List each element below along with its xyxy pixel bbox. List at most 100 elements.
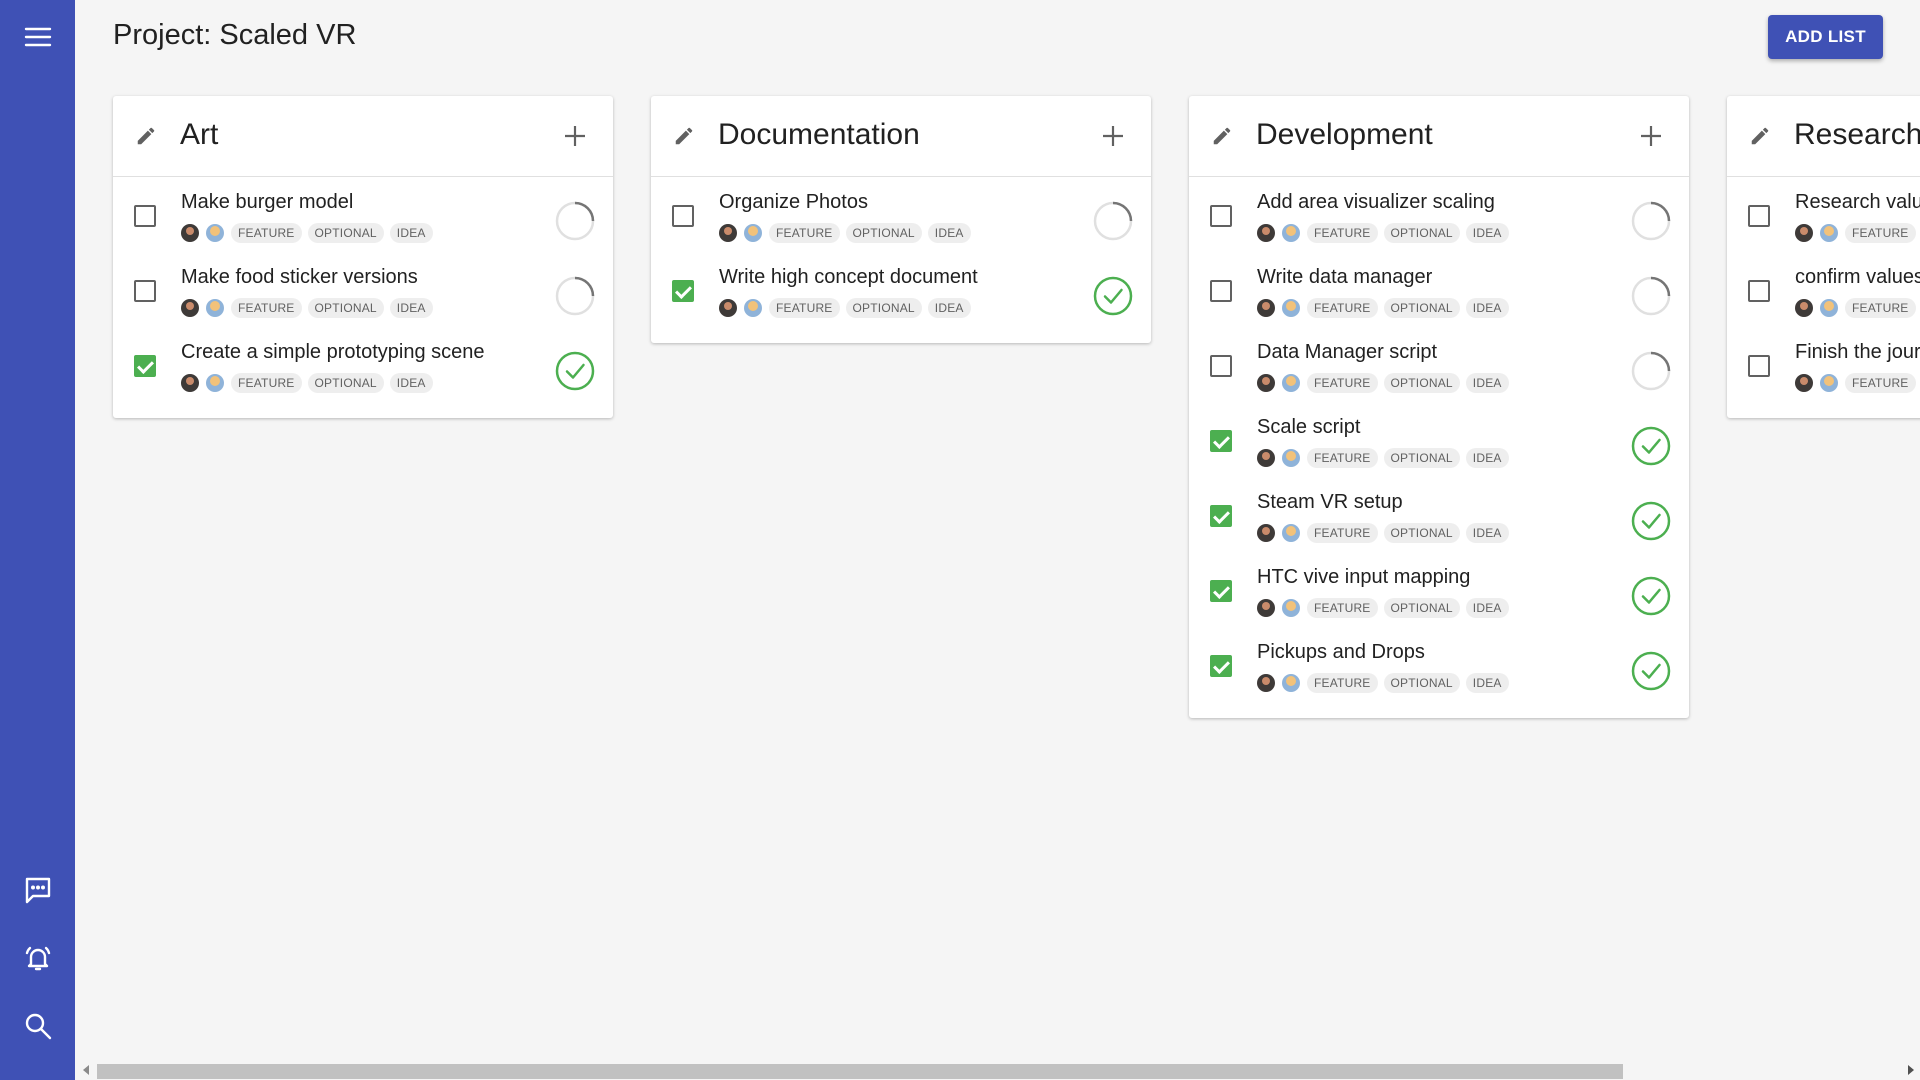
edit-list-pencil-icon[interactable] [673,125,695,147]
task-title[interactable]: Finish the jour [1795,341,1920,364]
tag-chip[interactable]: FEATURE [1307,598,1378,618]
tag-chip[interactable]: FEATURE [1307,523,1378,543]
task-title[interactable]: Research valu [1795,191,1920,214]
tag-chip[interactable]: FEATURE [231,298,302,318]
tag-chip[interactable]: FEATURE [1307,223,1378,243]
avatar[interactable] [1257,449,1275,467]
avatar[interactable] [181,224,199,242]
tag-chip[interactable]: IDEA [927,223,971,243]
task-title[interactable]: Pickups and Drops [1257,641,1425,664]
task-checkbox[interactable] [1210,580,1232,602]
tag-chip[interactable]: IDEA [389,373,433,393]
tag-chip[interactable]: FEATURE [769,223,840,243]
task-row[interactable]: Add area visualizer scaling FEATURE OPTION… [1189,183,1689,258]
task-row[interactable]: Make burger model FEATURE OPTIONAL IDEA [113,183,613,258]
task-row[interactable]: Write high concept document FEATURE OPTION… [651,258,1151,333]
completed-check-icon[interactable] [1631,651,1671,691]
tag-chip[interactable]: OPTIONAL [845,223,922,243]
add-task-plus-icon[interactable] [1637,122,1665,150]
chat-button[interactable] [0,860,75,920]
scroll-right-arrow[interactable] [1908,1065,1914,1075]
task-row[interactable]: Organize Photos FEATURE OPTIONAL IDEA [651,183,1151,258]
task-row[interactable]: Steam VR setup FEATURE OPTIONAL IDEA [1189,483,1689,558]
avatar[interactable] [1795,299,1813,317]
avatar[interactable] [1257,224,1275,242]
in-progress-spinner-icon[interactable] [1631,351,1671,391]
avatar[interactable] [719,299,737,317]
task-checkbox[interactable] [1748,205,1770,227]
task-row[interactable]: Pickups and Drops FEATURE OPTIONAL IDEA [1189,633,1689,708]
avatar[interactable] [1257,299,1275,317]
task-title[interactable]: Write data manager [1257,266,1432,289]
horizontal-scrollbar[interactable] [75,1058,1920,1080]
tag-chip[interactable]: OPTIONAL [1383,598,1460,618]
avatar[interactable] [1282,449,1300,467]
tag-chip[interactable]: FEATURE [769,298,840,318]
tag-chip[interactable]: FEATURE [231,223,302,243]
task-row[interactable]: Write data manager FEATURE OPTIONAL IDEA [1189,258,1689,333]
tag-chip[interactable]: OPTIONAL [307,298,384,318]
tag-chip[interactable]: IDEA [1465,448,1509,468]
scroll-left-arrow[interactable] [83,1065,89,1075]
add-task-plus-icon[interactable] [561,122,589,150]
avatar[interactable] [719,224,737,242]
avatar[interactable] [1282,674,1300,692]
avatar[interactable] [1820,374,1838,392]
task-title[interactable]: Write high concept document [719,266,978,289]
task-title[interactable]: Make food sticker versions [181,266,418,289]
in-progress-spinner-icon[interactable] [1093,201,1133,241]
task-title[interactable]: Organize Photos [719,191,868,214]
tag-chip[interactable]: OPTIONAL [1383,223,1460,243]
tag-chip[interactable]: IDEA [389,298,433,318]
task-checkbox[interactable] [1748,355,1770,377]
avatar[interactable] [181,299,199,317]
avatar[interactable] [1257,599,1275,617]
task-checkbox[interactable] [134,205,156,227]
task-row[interactable]: Make food sticker versions FEATURE OPTIONA… [113,258,613,333]
tag-chip[interactable]: IDEA [1465,373,1509,393]
task-row[interactable]: Data Manager script FEATURE OPTIONAL IDEA [1189,333,1689,408]
task-title[interactable]: Make burger model [181,191,353,214]
tag-chip[interactable]: OPTIONAL [1383,298,1460,318]
tag-chip[interactable]: FEATURE [231,373,302,393]
avatar[interactable] [1282,599,1300,617]
tag-chip[interactable]: OPTIONAL [1383,673,1460,693]
completed-check-icon[interactable] [1631,426,1671,466]
avatar[interactable] [206,224,224,242]
task-title[interactable]: Data Manager script [1257,341,1437,364]
add-list-button[interactable]: ADD LIST [1768,15,1883,59]
task-checkbox[interactable] [1210,505,1232,527]
tag-chip[interactable]: IDEA [1465,298,1509,318]
task-checkbox[interactable] [1210,280,1232,302]
tag-chip[interactable]: FEATURE [1307,298,1378,318]
task-row[interactable]: confirm values FEATURE [1727,258,1920,333]
task-title[interactable]: HTC vive input mapping [1257,566,1470,589]
notifications-button[interactable] [0,928,75,988]
avatar[interactable] [1820,299,1838,317]
tag-chip[interactable]: OPTIONAL [1383,448,1460,468]
task-title[interactable]: Steam VR setup [1257,491,1403,514]
task-row[interactable]: Finish the jour FEATURE [1727,333,1920,408]
avatar[interactable] [1257,374,1275,392]
avatar[interactable] [206,299,224,317]
avatar[interactable] [1257,674,1275,692]
tag-chip[interactable]: IDEA [1465,598,1509,618]
task-row[interactable]: Research valu FEATURE [1727,183,1920,258]
completed-check-icon[interactable] [555,351,595,391]
task-checkbox[interactable] [134,355,156,377]
avatar[interactable] [1282,524,1300,542]
tag-chip[interactable]: FEATURE [1845,373,1916,393]
scrollbar-thumb[interactable] [97,1064,1623,1079]
avatar[interactable] [181,374,199,392]
avatar[interactable] [1282,374,1300,392]
task-title[interactable]: Scale script [1257,416,1360,439]
task-checkbox[interactable] [1210,430,1232,452]
task-title[interactable]: Create a simple prototyping scene [181,341,485,364]
in-progress-spinner-icon[interactable] [555,201,595,241]
task-checkbox[interactable] [1748,280,1770,302]
search-button[interactable] [0,996,75,1056]
avatar[interactable] [1282,299,1300,317]
tag-chip[interactable]: OPTIONAL [307,373,384,393]
edit-list-pencil-icon[interactable] [1749,125,1771,147]
avatar[interactable] [1257,524,1275,542]
